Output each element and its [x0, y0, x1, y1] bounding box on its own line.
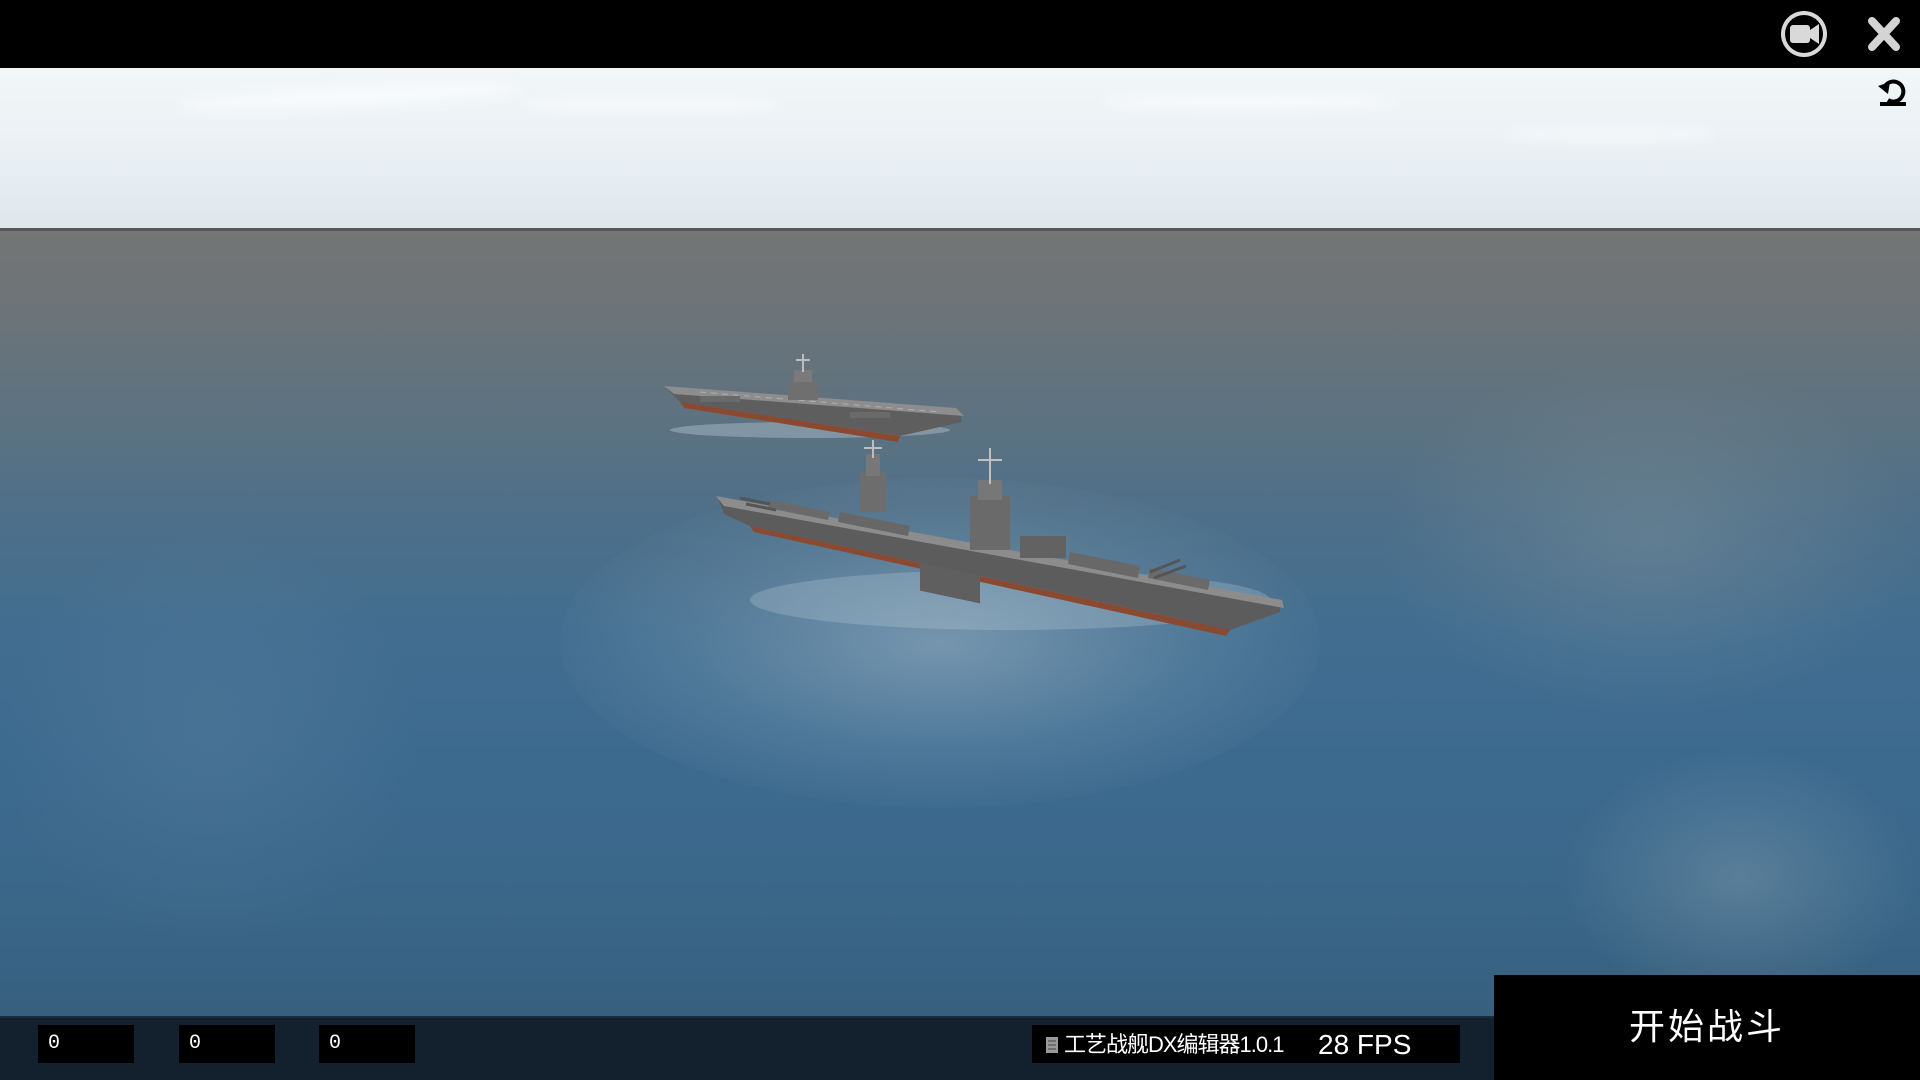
document-icon — [1046, 1037, 1058, 1053]
version-info: 工艺战舰DX编辑器1.0.1 28 FPS — [1032, 1025, 1460, 1063]
counter-3: 0 — [319, 1025, 415, 1063]
sky — [0, 68, 1920, 230]
version-label: 工艺战舰DX编辑器1.0.1 — [1064, 1032, 1284, 1057]
counter-1: 0 — [38, 1025, 134, 1063]
top-bar — [0, 0, 1920, 68]
horizon — [0, 228, 1920, 231]
aircraft-carrier[interactable] — [660, 350, 970, 450]
close-icon[interactable] — [1856, 8, 1912, 60]
reset-view-icon[interactable] — [1874, 74, 1914, 110]
battleship[interactable] — [710, 440, 1300, 650]
fps-counter: 28 FPS — [1318, 1029, 1412, 1060]
start-battle-button[interactable]: 开始战斗 — [1494, 975, 1920, 1080]
camera-icon[interactable] — [1776, 8, 1832, 60]
counter-2: 0 — [179, 1025, 275, 1063]
game-viewport[interactable]: 0 0 0 工艺战舰DX编辑器1.0.1 28 FPS 开始战斗 — [0, 0, 1920, 1080]
